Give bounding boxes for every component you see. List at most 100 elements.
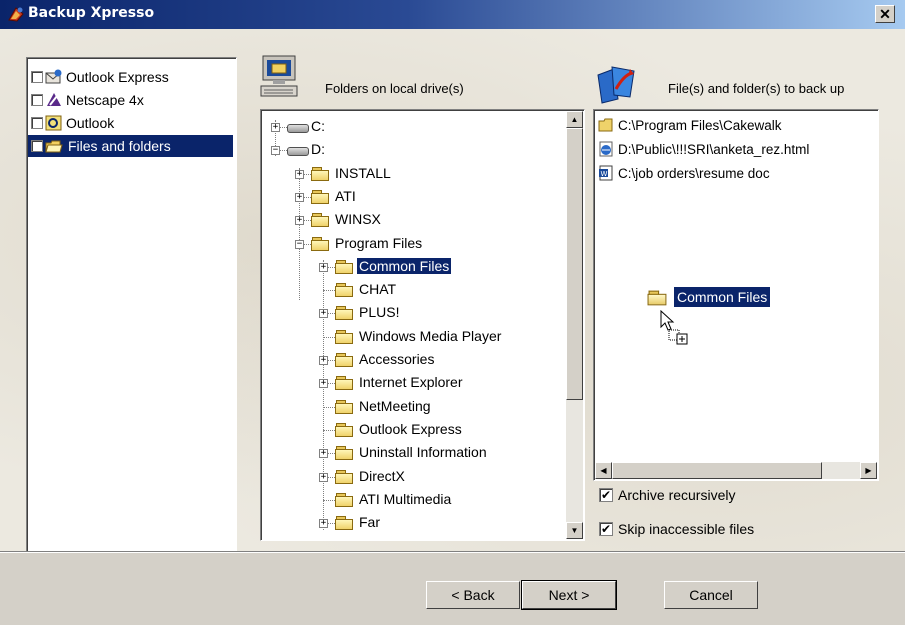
folder-icon: [311, 167, 330, 181]
tree-node[interactable]: − D:: [261, 139, 561, 161]
source-checkbox[interactable]: [31, 71, 43, 83]
scroll-left-button[interactable]: ◀: [595, 462, 612, 479]
folder-icon: [335, 353, 354, 367]
skip-inaccessible-checkbox[interactable]: ✔: [599, 522, 613, 536]
tree-node[interactable]: + Far: [261, 512, 561, 534]
expand-icon[interactable]: +: [295, 170, 304, 179]
tree-node[interactable]: + INSTALL: [261, 163, 561, 185]
tree-node[interactable]: NetMeeting: [261, 396, 561, 418]
next-button[interactable]: Next >: [521, 580, 617, 610]
close-button[interactable]: ✕: [875, 5, 895, 23]
tree-node[interactable]: + ATI: [261, 186, 561, 208]
tree-node[interactable]: + Internet Explorer: [261, 372, 561, 394]
tree-node[interactable]: CHAT: [261, 279, 561, 301]
expand-icon[interactable]: +: [295, 216, 304, 225]
source-item[interactable]: Outlook: [31, 112, 114, 134]
drag-label: Common Files: [674, 287, 771, 307]
expand-icon[interactable]: +: [319, 379, 328, 388]
source-label: Outlook: [66, 115, 115, 131]
backup-horizontal-scrollbar[interactable]: ◀ ▶: [595, 462, 877, 479]
tree-node-label: Common Files: [357, 258, 452, 274]
source-label: Files and folders: [66, 137, 173, 155]
backup-xpresso-window: Backup Xpresso ✕ Outlook Express Netscape…: [0, 0, 905, 625]
computer-icon: [260, 55, 298, 97]
expand-icon[interactable]: +: [319, 263, 328, 272]
tree-node-label: NetMeeting: [359, 398, 431, 414]
folder-icon: [335, 516, 354, 530]
skip-inaccessible-option[interactable]: ✔ Skip inaccessible files: [599, 521, 754, 537]
tree-node[interactable]: Windows Media Player: [261, 326, 561, 348]
expand-icon[interactable]: +: [295, 193, 304, 202]
folder-icon: [335, 330, 354, 344]
tree-node-label: C:: [311, 118, 325, 134]
source-list: Outlook Express Netscape 4x Outlook ✔ Files …: [26, 57, 237, 552]
folder-icon: [598, 117, 615, 133]
folder-icon: [311, 190, 330, 204]
archive-recursively-option[interactable]: ✔ Archive recursively: [599, 487, 735, 503]
backup-item-label: C:\Program Files\Cakewalk: [618, 117, 782, 133]
tree-node[interactable]: − Program Files: [261, 233, 561, 255]
source-checkbox[interactable]: [31, 117, 43, 129]
expand-icon[interactable]: +: [271, 123, 280, 132]
expand-icon[interactable]: +: [319, 519, 328, 528]
collapse-icon[interactable]: −: [295, 240, 304, 249]
tree-node[interactable]: + WINSX: [261, 209, 561, 231]
tree-node-label: DirectX: [359, 468, 405, 484]
drive-icon: [287, 124, 309, 133]
folder-icon: [335, 446, 354, 460]
tree-scroll-thumb[interactable]: [566, 128, 583, 400]
close-icon: ✕: [879, 6, 891, 22]
tree-node-label: Outlook Express: [359, 421, 462, 437]
tree-node[interactable]: ATI Multimedia: [261, 489, 561, 511]
backup-item[interactable]: W C:\job orders\resume doc: [598, 162, 770, 184]
tree-vertical-scrollbar[interactable]: ▲ ▼: [566, 111, 583, 539]
local-drives-header: Folders on local drive(s): [325, 81, 464, 96]
window-title: Backup Xpresso: [28, 5, 155, 21]
backup-list-header: File(s) and folder(s) to back up: [668, 81, 845, 96]
tree-node[interactable]: + Accessories: [261, 349, 561, 371]
scroll-right-button[interactable]: ▶: [860, 462, 877, 479]
tree-node-label: ATI: [335, 188, 356, 204]
tree-node[interactable]: + Common Files: [261, 256, 561, 278]
backup-item-label: C:\job orders\resume doc: [618, 165, 770, 181]
tree-node-label: WINSX: [335, 211, 381, 227]
html-file-icon: [598, 141, 615, 157]
backup-item[interactable]: D:\Public\!!!SRI\anketa_rez.html: [598, 138, 809, 160]
tree-node-label: Program Files: [335, 235, 423, 251]
source-item[interactable]: Outlook Express: [31, 66, 169, 88]
expand-icon[interactable]: +: [319, 309, 328, 318]
backup-item[interactable]: C:\Program Files\Cakewalk: [598, 114, 782, 136]
folder-icon: [335, 376, 354, 390]
backup-list[interactable]: C:\Program Files\Cakewalk D:\Public\!!!SR…: [593, 109, 879, 481]
backup-item-label: D:\Public\!!!SRI\anketa_rez.html: [618, 141, 810, 157]
drag-cursor-icon: [660, 310, 688, 345]
expand-icon[interactable]: +: [319, 473, 328, 482]
source-item[interactable]: ✔ Files and folders: [28, 135, 233, 157]
backup-scroll-thumb[interactable]: [612, 462, 822, 479]
tree-node-label: ATI Multimedia: [359, 491, 452, 507]
app-icon: [8, 7, 24, 22]
cancel-button[interactable]: Cancel: [664, 581, 758, 609]
tree-node-label: Internet Explorer: [359, 374, 463, 390]
folder-tree[interactable]: + C: − D: + INSTALL + ATI + WINSX − Program Files + C…: [260, 109, 585, 541]
source-checkbox[interactable]: ✔: [31, 140, 43, 152]
tree-node[interactable]: + Uninstall Information: [261, 442, 561, 464]
back-button[interactable]: < Back: [426, 581, 520, 609]
source-item[interactable]: Netscape 4x: [31, 89, 144, 111]
svg-text:W: W: [601, 170, 608, 178]
collapse-icon[interactable]: −: [271, 146, 280, 155]
tree-node-label: CHAT: [359, 281, 397, 297]
tree-node[interactable]: + PLUS!: [261, 302, 561, 324]
tree-node-label: Accessories: [359, 351, 435, 367]
tree-node[interactable]: + C:: [261, 116, 561, 138]
tree-node[interactable]: + DirectX: [261, 466, 561, 488]
expand-icon[interactable]: +: [319, 449, 328, 458]
expand-icon[interactable]: +: [319, 356, 328, 365]
archive-recursively-checkbox[interactable]: ✔: [599, 488, 613, 502]
tree-node[interactable]: Outlook Express: [261, 419, 561, 441]
scroll-up-button[interactable]: ▲: [566, 111, 583, 128]
tree-node-label: D:: [311, 141, 325, 157]
scroll-down-button[interactable]: ▼: [566, 522, 583, 539]
source-checkbox[interactable]: [31, 94, 43, 106]
up-arrow-icon: ▲: [570, 115, 579, 124]
